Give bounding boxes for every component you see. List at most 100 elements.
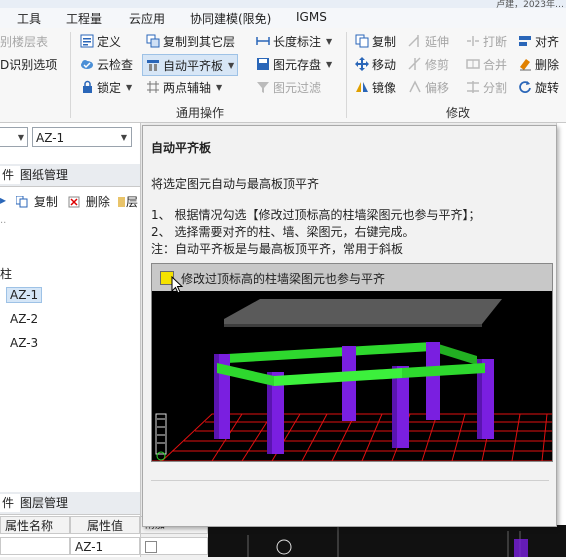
delete-icon	[68, 196, 82, 210]
chevron-down-icon: ▼	[120, 133, 127, 142]
split-icon	[466, 80, 480, 94]
group-label-common: 通用操作	[176, 106, 225, 120]
element-combo[interactable]: AZ-1 ▼	[32, 127, 132, 147]
toolbar-divider: ..	[0, 215, 7, 226]
type-combo[interactable]: ▼	[0, 127, 28, 147]
chevron-down-icon: ▼	[216, 82, 223, 92]
ribbon: 别楼层表 D识别选项 定义 云检查 锁定 ▼ 复制到其它层 自动平齐板 ▼ 两点辅轴…	[0, 28, 566, 123]
save-icon	[256, 57, 270, 71]
lock-button[interactable]: 锁定 ▼	[80, 77, 132, 97]
cloud-check-icon	[80, 57, 94, 71]
floor-icon	[118, 196, 126, 210]
trim-button[interactable]: 修剪	[408, 54, 449, 74]
preview-image: 修改过顶标高的柱墙梁图元也参与平齐	[151, 263, 553, 462]
canvas-edge	[556, 123, 566, 525]
property-tabbar: 件 图层管理	[0, 492, 140, 515]
offset-button[interactable]: 偏移	[408, 77, 449, 97]
lock-icon	[80, 80, 94, 94]
copy-button[interactable]: 复制	[355, 31, 396, 51]
align-slab-icon	[146, 58, 160, 72]
grid-header-name: 属性名称	[0, 516, 70, 534]
align-button[interactable]: 对齐	[518, 31, 559, 51]
menu-igms[interactable]: IGMS	[296, 10, 327, 24]
grid-row-value[interactable]: AZ-1	[70, 537, 140, 555]
cloud-check-button[interactable]: 云检查	[80, 54, 133, 74]
tooltip-description: 将选定图元自动与最高板顶平齐	[151, 177, 320, 191]
mirror-button[interactable]: 镜像	[355, 77, 396, 97]
tab-drawing-management[interactable]: 图纸管理	[14, 166, 74, 184]
save-element-button[interactable]: 图元存盘 ▼	[256, 54, 332, 74]
auto-align-tooltip: 自动平齐板 将选定图元自动与最高板顶平齐 1、 根据情况勾选【修改过顶标高的柱墙…	[142, 125, 557, 527]
move-button[interactable]: 移动	[355, 54, 396, 74]
move-icon	[355, 57, 369, 71]
menu-quantity[interactable]: 工程量	[66, 10, 102, 27]
tab-layer-management[interactable]: 图层管理	[14, 494, 74, 512]
merge-button[interactable]: 合并	[466, 54, 507, 74]
copy-button[interactable]: 复制	[15, 193, 58, 210]
menu-cloud[interactable]: 云应用	[129, 10, 165, 27]
filter-icon	[256, 80, 270, 94]
copy-icon	[355, 34, 369, 48]
length-dimension-button[interactable]: 长度标注 ▼	[256, 31, 332, 51]
axis-icon	[146, 80, 160, 94]
eraser-icon	[518, 57, 532, 71]
mirror-icon	[355, 80, 369, 94]
delete-button[interactable]: 删除	[518, 54, 559, 74]
merge-icon	[466, 57, 480, 71]
extend-icon	[408, 34, 422, 48]
title-strip	[0, 0, 566, 8]
tree-parent-column[interactable]: 柱	[0, 265, 12, 282]
chevron-down-icon: ▼	[17, 133, 24, 142]
group-label-modify: 修改	[446, 106, 471, 120]
grid-header-value: 属性值	[70, 516, 140, 534]
tooltip-note: 注：自动平齐板是与最高板顶平齐，常用于斜板	[151, 242, 404, 256]
component-toolbar: ▸ 复制 删除 层	[0, 192, 140, 212]
rotate-icon	[518, 80, 532, 94]
more-icon: ▸	[0, 193, 7, 207]
auto-align-slab-button[interactable]: 自动平齐板 ▼	[142, 54, 239, 76]
chevron-down-icon: ▼	[228, 60, 235, 70]
participate-checkbox-label: 修改过顶标高的柱墙梁图元也参与平齐	[181, 272, 386, 286]
offset-icon	[408, 80, 422, 94]
floor-button[interactable]: 层	[118, 193, 138, 210]
two-point-axis-button[interactable]: 两点辅轴 ▼	[146, 77, 222, 97]
dimension-icon	[256, 34, 270, 48]
align-icon	[518, 34, 532, 48]
tree-item-az1[interactable]: AZ-1	[6, 287, 43, 303]
break-icon	[466, 34, 480, 48]
menu-collab[interactable]: 协同建模(限免)	[190, 10, 271, 27]
chevron-down-icon: ▼	[126, 82, 133, 92]
component-tabbar: 件 图纸管理	[0, 164, 140, 187]
tree-item-az2[interactable]: AZ-2	[10, 312, 38, 326]
preview-3d-scene	[152, 299, 552, 461]
grid-row-label	[0, 537, 70, 555]
copy-to-other-floor-button[interactable]: 复制到其它层	[146, 31, 235, 51]
preview-checkbox-bar: 修改过顶标高的柱墙梁图元也参与平齐	[152, 264, 552, 294]
chevron-down-icon: ▼	[326, 36, 333, 46]
define-button[interactable]: 定义	[80, 31, 121, 51]
tooltip-title: 自动平齐板	[151, 141, 212, 155]
ribbon-floor-table-button[interactable]: 别楼层表	[0, 31, 48, 51]
element-filter-button[interactable]: 图元过滤	[256, 77, 321, 97]
break-button[interactable]: 打断	[466, 31, 507, 51]
grid-row-extra-checkbox[interactable]	[140, 537, 208, 555]
trim-icon	[408, 57, 422, 71]
delete-button[interactable]: 删除	[68, 193, 110, 210]
define-icon	[80, 34, 94, 48]
split-button[interactable]: 分割	[466, 77, 507, 97]
tooltip-divider	[151, 480, 549, 481]
tree-item-az3[interactable]: AZ-3	[10, 336, 38, 350]
menu-bar: 工具 工程量 云应用 协同建模(限免) IGMS	[0, 8, 566, 29]
copy-floor-icon	[146, 34, 160, 48]
chevron-down-icon: ▼	[326, 59, 333, 69]
tooltip-step-1: 1、 根据情况勾选【修改过顶标高的柱墙梁图元也参与平齐】；	[151, 208, 481, 222]
ribbon-cad-recognize-button[interactable]: D识别选项	[0, 54, 57, 74]
extend-button[interactable]: 延伸	[408, 31, 449, 51]
menu-tools[interactable]: 工具	[17, 10, 41, 27]
tooltip-step-2: 2、 选择需要对齐的柱、墙、梁图元，右键完成。	[151, 225, 415, 239]
left-panel: ▼ AZ-1 ▼ 件 图纸管理 ▸ 复制 删除 层 .. 柱 AZ-1 AZ-2 …	[0, 123, 141, 557]
drawing-canvas[interactable]	[208, 525, 566, 557]
copy-icon	[15, 195, 30, 210]
mouse-cursor-icon	[171, 276, 184, 294]
rotate-button[interactable]: 旋转	[518, 77, 559, 97]
